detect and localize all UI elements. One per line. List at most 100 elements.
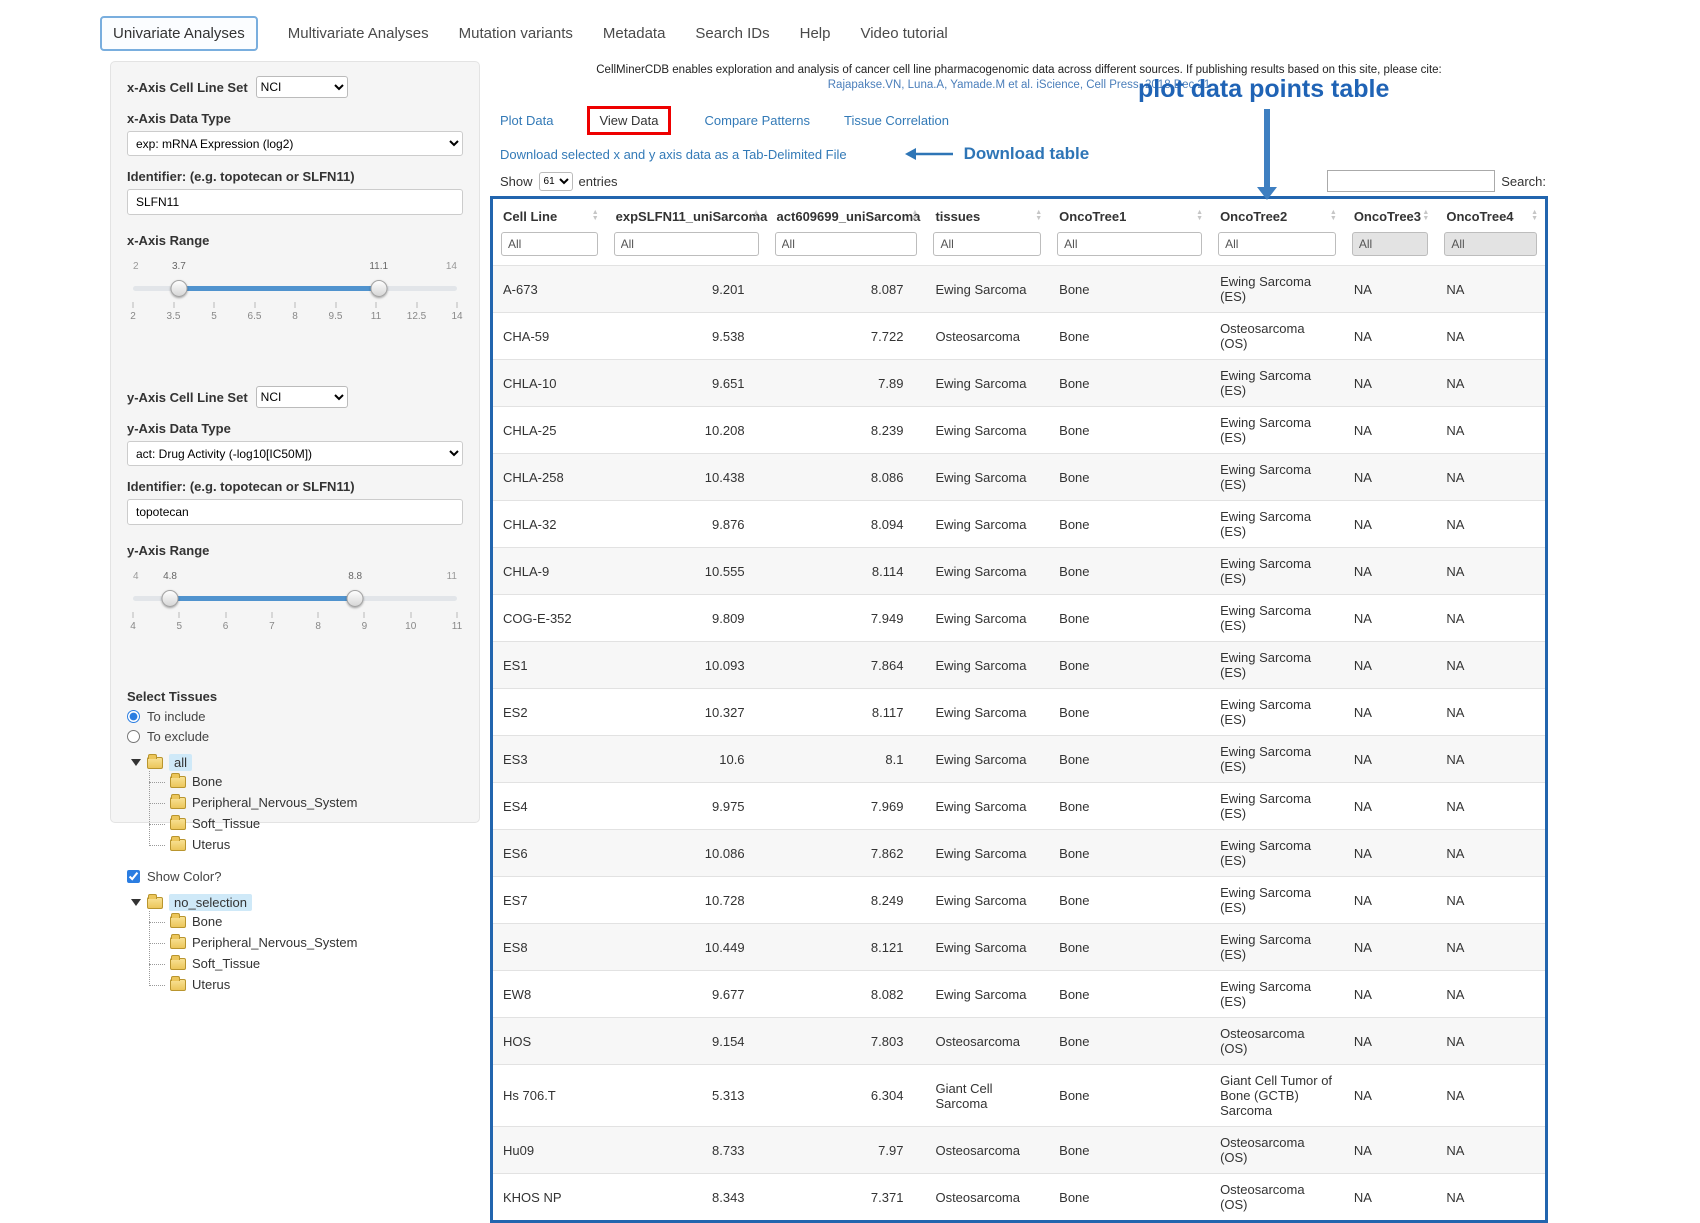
sort-icon[interactable]: ▲▼	[1035, 210, 1042, 222]
radio-exclude-label: To exclude	[147, 729, 209, 744]
slider-tick-mark	[457, 302, 458, 308]
y-identifier-input[interactable]	[127, 499, 463, 525]
nav-item-univariate-analyses[interactable]: Univariate Analyses	[100, 16, 258, 51]
tab-view-data[interactable]: View Data	[587, 106, 670, 135]
cell-tissues: Ewing Sarcoma	[925, 266, 1049, 313]
folder-icon	[170, 797, 186, 809]
show-color-checkbox-row[interactable]: Show Color?	[127, 869, 463, 884]
tree-item-uterus[interactable]: Uterus	[158, 974, 463, 995]
column-header-cell-line[interactable]: Cell Line▲▼	[493, 199, 606, 232]
radio-include-input[interactable]	[127, 710, 140, 723]
cell-expslfn11-unisarcoma: 10.327	[606, 689, 767, 736]
tissue-include-tree: allBonePeripheral_Nervous_SystemSoft_Tis…	[131, 754, 463, 855]
x-data-type-select[interactable]: exp: mRNA Expression (log2)	[127, 131, 463, 156]
filter-input-oncotree3[interactable]	[1352, 232, 1429, 256]
tree-item-uterus[interactable]: Uterus	[158, 834, 463, 855]
column-header-oncotree1[interactable]: OncoTree1▲▼	[1049, 199, 1210, 232]
nav-item-help[interactable]: Help	[800, 19, 831, 48]
sort-icon[interactable]: ▲▼	[753, 210, 760, 222]
slider-bar[interactable]	[170, 596, 355, 601]
column-header-tissues[interactable]: tissues▲▼	[925, 199, 1049, 232]
download-row: Download selected x and y axis data as a…	[500, 144, 1548, 164]
cell-expslfn11-unisarcoma: 10.449	[606, 924, 767, 971]
sort-icon[interactable]: ▲▼	[1330, 210, 1337, 222]
cell-oncotree4: NA	[1436, 313, 1545, 360]
tree-item-label: Peripheral_Nervous_System	[192, 935, 357, 950]
nav-item-search-ids[interactable]: Search IDs	[695, 19, 769, 48]
search-input[interactable]	[1327, 170, 1495, 192]
column-header-oncotree4[interactable]: OncoTree4▲▼	[1436, 199, 1545, 232]
sort-icon[interactable]: ▲▼	[1531, 210, 1538, 222]
column-header-act609699-unisarcoma[interactable]: act609699_uniSarcoma▲▼	[767, 199, 926, 232]
tissue-exclude-radio[interactable]: To exclude	[127, 729, 463, 744]
table-row: ES810.4498.121Ewing SarcomaBoneEwing Sar…	[493, 924, 1545, 971]
tree-expand-icon[interactable]	[131, 759, 141, 766]
slider-handle-to[interactable]	[347, 590, 364, 607]
filter-input-oncotree1[interactable]	[1057, 232, 1202, 256]
x-cell-line-set-select[interactable]: NCI	[256, 76, 348, 98]
download-data-link[interactable]: Download selected x and y axis data as a…	[500, 147, 847, 162]
tree-item-bone[interactable]: Bone	[158, 911, 463, 932]
cell-cell-line: ES7	[493, 877, 606, 924]
sidebar-panel: x-Axis Cell Line Set NCI x-Axis Data Typ…	[110, 61, 480, 823]
cell-oncotree2: Ewing Sarcoma (ES)	[1210, 877, 1344, 924]
radio-exclude-input[interactable]	[127, 730, 140, 743]
tree-item-soft-tissue[interactable]: Soft_Tissue	[158, 813, 463, 834]
tree-root-label[interactable]: all	[169, 754, 192, 771]
slider-tick-mark	[225, 612, 226, 618]
cell-act609699-unisarcoma: 8.239	[767, 407, 926, 454]
sort-icon[interactable]: ▲▼	[592, 210, 599, 222]
x-range-slider[interactable]: 2143.711.123.556.589.51112.514	[133, 278, 457, 340]
slider-handle-from[interactable]	[162, 590, 179, 607]
filter-input-oncotree2[interactable]	[1218, 232, 1336, 256]
sort-icon[interactable]: ▲▼	[1196, 210, 1203, 222]
x-identifier-input[interactable]	[127, 189, 463, 215]
filter-input-oncotree4[interactable]	[1444, 232, 1537, 256]
tissue-include-radio[interactable]: To include	[127, 709, 463, 724]
tab-compare-patterns[interactable]: Compare Patterns	[705, 113, 811, 128]
cell-cell-line: EW8	[493, 971, 606, 1018]
tree-root-no-selection[interactable]: no_selection	[131, 894, 463, 911]
filter-cell	[493, 232, 606, 266]
nav-item-multivariate-analyses[interactable]: Multivariate Analyses	[288, 19, 429, 48]
tree-item-soft-tissue[interactable]: Soft_Tissue	[158, 953, 463, 974]
nav-item-metadata[interactable]: Metadata	[603, 19, 666, 48]
cell-oncotree2: Ewing Sarcoma (ES)	[1210, 736, 1344, 783]
sort-icon[interactable]: ▲▼	[912, 210, 919, 222]
slider-tick-label: 4	[130, 621, 136, 632]
y-range-slider[interactable]: 4114.88.84567891011	[133, 588, 457, 650]
slider-handle-to[interactable]	[370, 280, 387, 297]
filter-input-tissues[interactable]	[933, 232, 1041, 256]
cell-oncotree2: Ewing Sarcoma (ES)	[1210, 548, 1344, 595]
tree-item-peripheral-nervous-system[interactable]: Peripheral_Nervous_System	[158, 792, 463, 813]
slider-bar[interactable]	[179, 286, 379, 291]
cell-oncotree1: Bone	[1049, 313, 1210, 360]
slider-handle-from[interactable]	[170, 280, 187, 297]
tree-root-all[interactable]: all	[131, 754, 463, 771]
tab-plot-data[interactable]: Plot Data	[500, 113, 553, 128]
cell-cell-line: CHA-59	[493, 313, 606, 360]
tree-item-bone[interactable]: Bone	[158, 771, 463, 792]
y-data-type-select[interactable]: act: Drug Activity (-log10[IC50M])	[127, 441, 463, 466]
nav-item-video-tutorial[interactable]: Video tutorial	[860, 19, 947, 48]
table-row: ES210.3278.117Ewing SarcomaBoneEwing Sar…	[493, 689, 1545, 736]
filter-input-cell-line[interactable]	[501, 232, 598, 256]
tree-expand-icon[interactable]	[131, 899, 141, 906]
column-header-oncotree3[interactable]: OncoTree3▲▼	[1344, 199, 1437, 232]
table-row: COG-E-3529.8097.949Ewing SarcomaBoneEwin…	[493, 595, 1545, 642]
data-table: Cell Line▲▼expSLFN11_uniSarcoma▲▼act6096…	[493, 199, 1545, 1220]
show-color-checkbox[interactable]	[127, 870, 140, 883]
filter-input-expslfn11-unisarcoma[interactable]	[614, 232, 759, 256]
show-color-label: Show Color?	[147, 869, 221, 884]
nav-item-mutation-variants[interactable]: Mutation variants	[459, 19, 573, 48]
filter-input-act609699-unisarcoma[interactable]	[775, 232, 918, 256]
column-header-expslfn11-unisarcoma[interactable]: expSLFN11_uniSarcoma▲▼	[606, 199, 767, 232]
tree-item-peripheral-nervous-system[interactable]: Peripheral_Nervous_System	[158, 932, 463, 953]
tree-root-label[interactable]: no_selection	[169, 894, 252, 911]
y-cell-line-set-select[interactable]: NCI	[256, 386, 348, 408]
tab-tissue-correlation[interactable]: Tissue Correlation	[844, 113, 949, 128]
cell-oncotree2: Ewing Sarcoma (ES)	[1210, 830, 1344, 877]
cell-cell-line: Hs 706.T	[493, 1065, 606, 1127]
page-length-select[interactable]: 61	[539, 172, 573, 191]
sort-icon[interactable]: ▲▼	[1422, 210, 1429, 222]
